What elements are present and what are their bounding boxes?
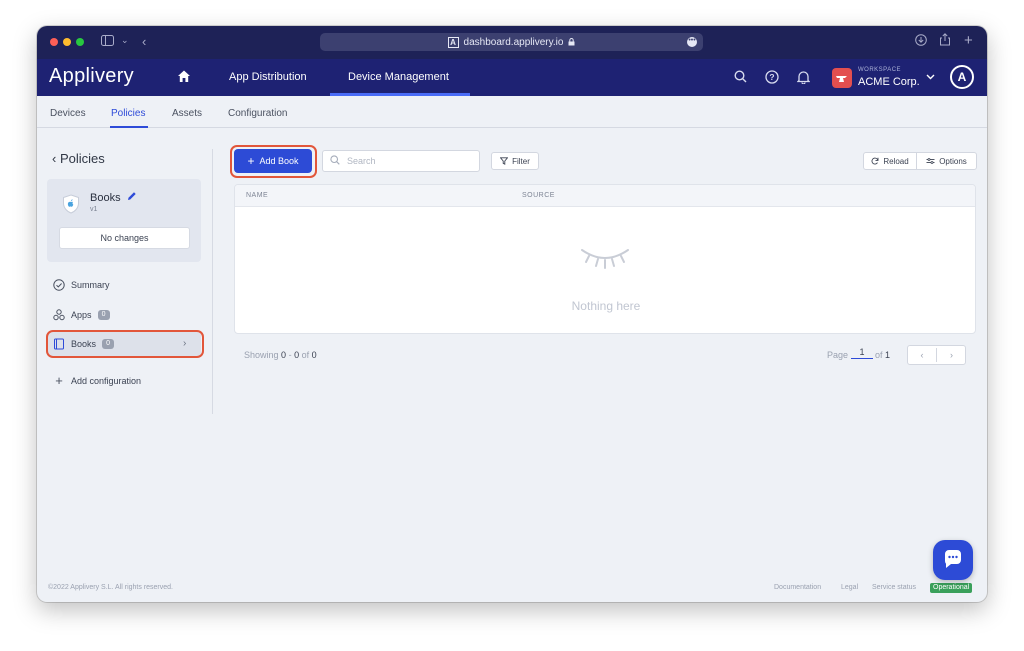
url-text: dashboard.applivery.io (463, 36, 564, 48)
app-header: Applivery App Distribution Device Manage… (37, 59, 987, 96)
browser-toolbar: ⌄ ‹ A dashboard.applivery.io ••• + (37, 26, 987, 59)
showing-label: Showing (244, 350, 279, 360)
maximize-window-button[interactable] (76, 38, 84, 46)
close-window-button[interactable] (50, 38, 58, 46)
range-from: 0 (281, 350, 287, 360)
nav-tab-device-management[interactable]: Device Management (348, 71, 449, 83)
closed-eye-icon (581, 249, 629, 269)
add-configuration-label: Add configuration (71, 376, 142, 386)
reload-label: Reload (883, 156, 909, 166)
back-to-policies-link[interactable]: ‹ Policies (52, 151, 105, 166)
tab-policies[interactable]: Policies (111, 108, 145, 119)
table-header: NAME SOURCE (235, 185, 975, 207)
options-button[interactable]: Options (916, 152, 977, 170)
documentation-link[interactable]: Documentation (774, 584, 821, 591)
highlight-ring-add-book (230, 145, 317, 178)
search-input[interactable] (347, 153, 473, 169)
help-icon[interactable]: ? (765, 70, 779, 87)
reload-icon (871, 157, 879, 165)
policy-card (47, 179, 201, 262)
filter-icon (500, 157, 509, 165)
empty-state-text: Nothing here (571, 299, 641, 313)
column-header-name[interactable]: NAME (246, 192, 268, 199)
service-status-link[interactable]: Service status (872, 584, 916, 591)
sidebar-item-summary[interactable]: Summary (53, 279, 110, 291)
policy-status-button[interactable]: No changes (59, 227, 190, 249)
copyright-text: ©2022 Applivery S.L. All rights reserved… (48, 584, 173, 591)
apps-icon (53, 309, 65, 321)
plus-icon: + (55, 373, 63, 388)
workspace-name[interactable]: ACME Corp. (858, 76, 920, 88)
books-table: NAME SOURCE Nothing here (234, 184, 976, 334)
tab-assets[interactable]: Assets (172, 108, 202, 119)
page-of-label: of (875, 350, 883, 360)
apple-shield-icon (63, 194, 79, 214)
chat-button[interactable] (933, 540, 973, 580)
brand-logo[interactable]: Applivery (49, 65, 134, 88)
user-avatar[interactable]: A (950, 65, 974, 89)
browser-window: ⌄ ‹ A dashboard.applivery.io ••• + Appli… (37, 26, 987, 602)
chevron-down-icon[interactable]: ⌄ (121, 35, 129, 46)
sub-navigation: Devices Policies Assets Configuration (37, 96, 987, 128)
check-circle-icon (53, 279, 65, 291)
pagination-buttons: ‹ › (907, 345, 966, 365)
site-favicon-icon: A (447, 36, 459, 48)
highlight-ring-books (46, 330, 204, 358)
new-tab-icon[interactable]: + (964, 32, 973, 49)
sidebar-item-label: Summary (71, 280, 110, 290)
bell-icon[interactable] (796, 70, 811, 87)
sidebar-item-apps[interactable]: Apps 0 (53, 309, 110, 321)
pencil-icon[interactable] (127, 191, 137, 204)
back-label: Policies (59, 151, 105, 166)
pagination-summary: Showing 0 - 0 of 0 (244, 350, 317, 360)
policy-version: v1 (90, 206, 98, 213)
svg-text:?: ? (769, 72, 774, 82)
filter-label: Filter (512, 156, 530, 166)
tab-devices[interactable]: Devices (50, 108, 86, 119)
back-arrow-icon[interactable]: ‹ (142, 34, 146, 49)
more-options-icon[interactable]: ••• (687, 37, 697, 47)
prev-page-button[interactable]: ‹ (908, 348, 937, 362)
download-icon[interactable] (915, 34, 927, 49)
share-icon[interactable] (939, 33, 951, 49)
minimize-window-button[interactable] (63, 38, 71, 46)
sidebar-toggle-icon[interactable] (101, 35, 114, 49)
legal-link[interactable]: Legal (841, 584, 858, 591)
workspace-logo[interactable] (832, 68, 852, 88)
page-number-input[interactable]: 1 (851, 345, 873, 359)
chevron-down-icon[interactable] (926, 72, 935, 82)
range-to: 0 (294, 350, 300, 360)
add-configuration-button[interactable]: + Add configuration (53, 373, 142, 388)
column-header-source[interactable]: SOURCE (522, 192, 555, 199)
policy-name: Books (90, 192, 121, 204)
address-bar[interactable]: A dashboard.applivery.io ••• (320, 33, 703, 51)
workspace-label: WORKSPACE (858, 67, 902, 73)
lock-icon (568, 38, 575, 46)
chat-bubble-icon (944, 550, 961, 568)
status-badge: Operational (930, 583, 973, 593)
next-page-button[interactable]: › (937, 348, 966, 362)
options-label: Options (939, 156, 967, 166)
reload-button[interactable]: Reload (863, 152, 917, 170)
filter-button[interactable]: Filter (491, 152, 539, 170)
tab-configuration[interactable]: Configuration (228, 108, 287, 119)
sliders-icon (926, 158, 935, 164)
home-icon[interactable] (177, 69, 191, 83)
active-subtab-indicator (110, 126, 148, 128)
chevron-left-icon: ‹ (52, 151, 57, 166)
search-icon (330, 155, 340, 168)
sidebar-item-label: Apps (71, 310, 92, 320)
page-label: Page (827, 350, 849, 360)
panel-divider (212, 149, 213, 414)
range-total: 0 (311, 350, 317, 360)
search-field[interactable] (322, 150, 480, 172)
search-icon[interactable] (734, 70, 747, 86)
nav-tab-app-distribution[interactable]: App Distribution (229, 71, 307, 83)
page-count: 1 (885, 350, 891, 360)
count-badge: 0 (97, 310, 110, 320)
